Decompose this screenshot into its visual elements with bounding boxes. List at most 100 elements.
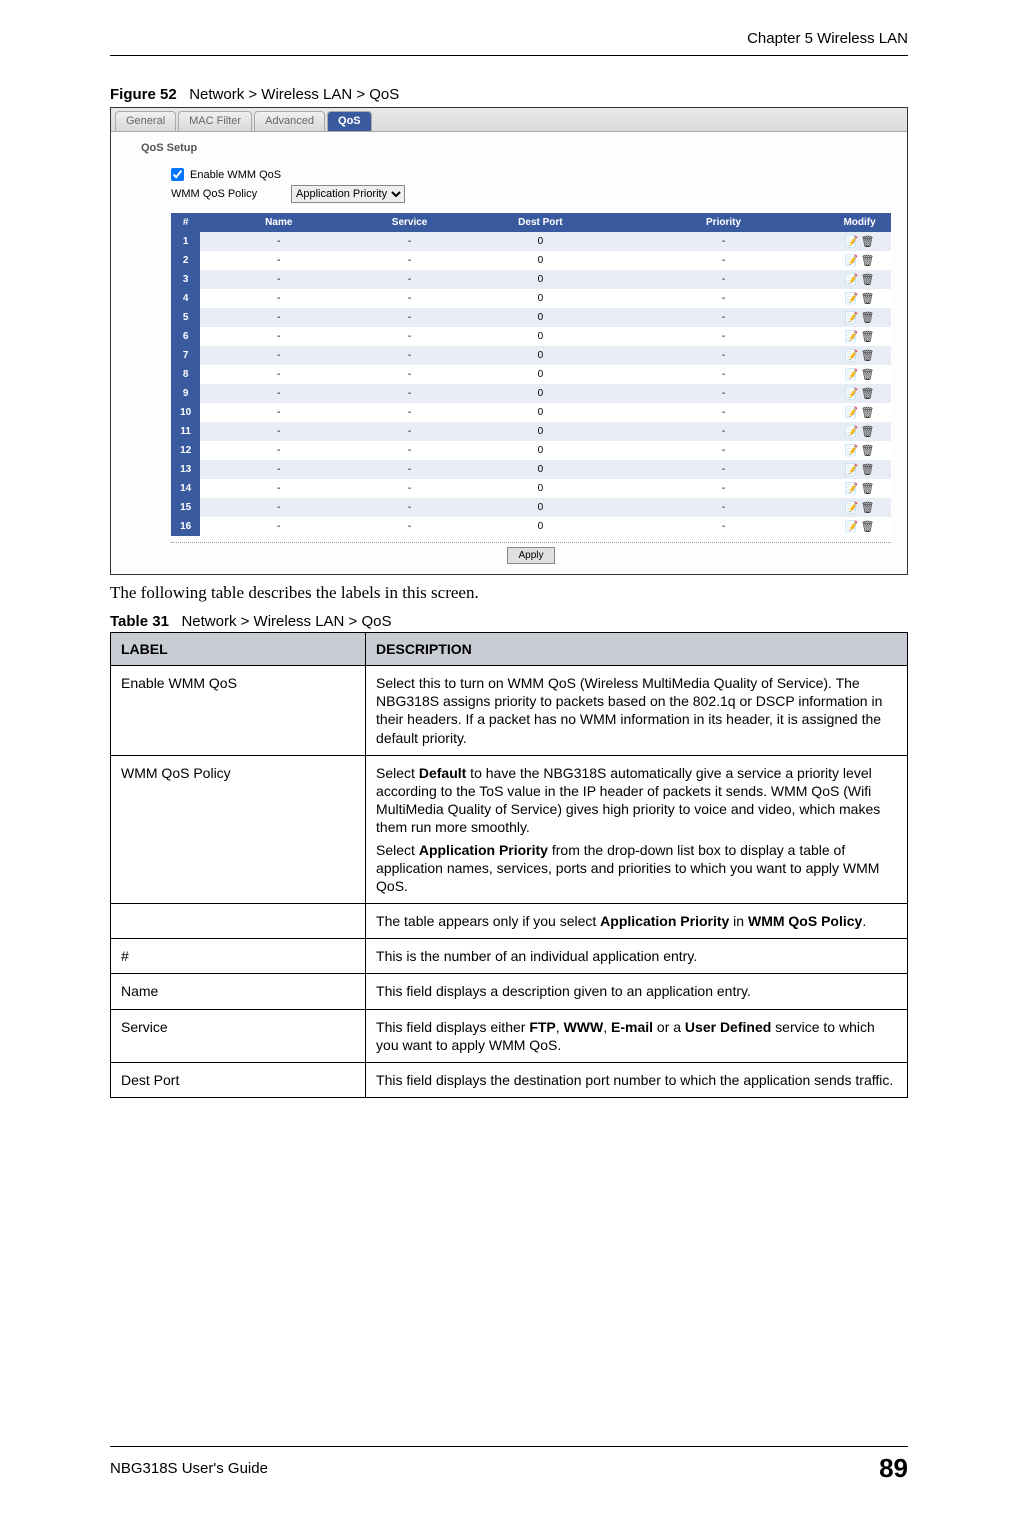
chapter-header: Chapter 5 Wireless LAN	[110, 30, 908, 47]
edit-icon[interactable]: 📝	[845, 273, 859, 286]
table-row: 2--0-📝🗑	[171, 251, 891, 270]
qos-setup-heading: QoS Setup	[141, 142, 907, 154]
desc-label: Enable WMM QoS	[111, 666, 366, 756]
qos-col--: #	[171, 213, 200, 232]
qos-col-modify: Modify	[828, 213, 891, 232]
figure-label: Figure 52	[110, 86, 177, 103]
edit-icon[interactable]: 📝	[845, 482, 859, 495]
desc-text: Select this to turn on WMM QoS (Wireless…	[366, 666, 908, 756]
desc-text: This field displays the destination port…	[366, 1063, 908, 1098]
edit-icon[interactable]: 📝	[845, 406, 859, 419]
desc-row: ServiceThis field displays either FTP, W…	[111, 1009, 908, 1062]
tab-advanced[interactable]: Advanced	[254, 111, 325, 131]
table-row: 11--0-📝🗑	[171, 422, 891, 441]
desc-label: Name	[111, 974, 366, 1009]
desc-row: WMM QoS PolicySelect Default to have the…	[111, 755, 908, 903]
table-row: 13--0-📝🗑	[171, 460, 891, 479]
desc-row: Enable WMM QoSSelect this to turn on WMM…	[111, 666, 908, 756]
table-row: 12--0-📝🗑	[171, 441, 891, 460]
wmm-policy-select[interactable]: Application Priority	[291, 185, 405, 203]
delete-icon[interactable]: 🗑	[860, 482, 874, 495]
enable-wmm-label: Enable WMM QoS	[190, 169, 281, 181]
delete-icon[interactable]: 🗑	[860, 406, 874, 419]
tab-mac-filter[interactable]: MAC Filter	[178, 111, 252, 131]
footer-guide: NBG318S User's Guide	[110, 1460, 268, 1477]
edit-icon[interactable]: 📝	[845, 425, 859, 438]
delete-icon[interactable]: 🗑	[860, 235, 874, 248]
footer-rule	[110, 1446, 908, 1447]
delete-icon[interactable]: 🗑	[860, 387, 874, 400]
desc-label: Dest Port	[111, 1063, 366, 1098]
delete-icon[interactable]: 🗑	[860, 520, 874, 533]
delete-icon[interactable]: 🗑	[860, 463, 874, 476]
qos-table: #NameServiceDest PortPriorityModify 1--0…	[171, 213, 891, 536]
edit-icon[interactable]: 📝	[845, 501, 859, 514]
edit-icon[interactable]: 📝	[845, 520, 859, 533]
header-rule	[110, 55, 908, 56]
table-row: 7--0-📝🗑	[171, 346, 891, 365]
description-table: LABELDESCRIPTION Enable WMM QoSSelect th…	[110, 632, 908, 1098]
desc-row: #This is the number of an individual app…	[111, 939, 908, 974]
delete-icon[interactable]: 🗑	[860, 254, 874, 267]
edit-icon[interactable]: 📝	[845, 330, 859, 343]
desc-text: Select Default to have the NBG318S autom…	[366, 755, 908, 903]
edit-icon[interactable]: 📝	[845, 387, 859, 400]
table-title: Network > Wireless LAN > QoS	[181, 613, 391, 630]
table-row: 1--0-📝🗑	[171, 232, 891, 251]
table-row: 6--0-📝🗑	[171, 327, 891, 346]
edit-icon[interactable]: 📝	[845, 349, 859, 362]
table-caption: Table 31 Network > Wireless LAN > QoS	[110, 613, 908, 630]
desc-label: Service	[111, 1009, 366, 1062]
table-row: 5--0-📝🗑	[171, 308, 891, 327]
edit-icon[interactable]: 📝	[845, 311, 859, 324]
delete-icon[interactable]: 🗑	[860, 501, 874, 514]
delete-icon[interactable]: 🗑	[860, 444, 874, 457]
tab-qos[interactable]: QoS	[327, 111, 372, 131]
qos-col-service: Service	[357, 213, 462, 232]
edit-icon[interactable]: 📝	[845, 368, 859, 381]
desc-header-description: DESCRIPTION	[366, 633, 908, 666]
page-footer: NBG318S User's Guide 89	[110, 1446, 908, 1484]
delete-icon[interactable]: 🗑	[860, 425, 874, 438]
qos-col-dest-port: Dest Port	[462, 213, 619, 232]
edit-icon[interactable]: 📝	[845, 292, 859, 305]
table-row: 10--0-📝🗑	[171, 403, 891, 422]
edit-icon[interactable]: 📝	[845, 235, 859, 248]
tab-bar: GeneralMAC FilterAdvancedQoS	[111, 108, 907, 132]
edit-icon[interactable]: 📝	[845, 463, 859, 476]
apply-button[interactable]: Apply	[507, 547, 554, 564]
table-row: 8--0-📝🗑	[171, 365, 891, 384]
figure-title: Network > Wireless LAN > QoS	[189, 86, 399, 103]
desc-text: This is the number of an individual appl…	[366, 939, 908, 974]
qos-col-priority: Priority	[619, 213, 828, 232]
table-row: 4--0-📝🗑	[171, 289, 891, 308]
tab-general[interactable]: General	[115, 111, 176, 131]
table-label: Table 31	[110, 613, 169, 630]
desc-row: The table appears only if you select App…	[111, 904, 908, 939]
desc-row: Dest PortThis field displays the destina…	[111, 1063, 908, 1098]
desc-label: #	[111, 939, 366, 974]
table-row: 9--0-📝🗑	[171, 384, 891, 403]
footer-page-number: 89	[879, 1453, 908, 1484]
desc-text: This field displays either FTP, WWW, E-m…	[366, 1009, 908, 1062]
edit-icon[interactable]: 📝	[845, 254, 859, 267]
enable-wmm-checkbox[interactable]	[171, 168, 184, 181]
table-row: 3--0-📝🗑	[171, 270, 891, 289]
delete-icon[interactable]: 🗑	[860, 349, 874, 362]
edit-icon[interactable]: 📝	[845, 444, 859, 457]
intro-text: The following table describes the labels…	[110, 583, 908, 603]
delete-icon[interactable]: 🗑	[860, 273, 874, 286]
table-row: 16--0-📝🗑	[171, 517, 891, 536]
delete-icon[interactable]: 🗑	[860, 330, 874, 343]
delete-icon[interactable]: 🗑	[860, 311, 874, 324]
figure-caption: Figure 52 Network > Wireless LAN > QoS	[110, 86, 908, 103]
table-row: 15--0-📝🗑	[171, 498, 891, 517]
desc-text: The table appears only if you select App…	[366, 904, 908, 939]
wmm-policy-label: WMM QoS Policy	[171, 188, 291, 200]
qos-col-name: Name	[200, 213, 357, 232]
desc-label	[111, 904, 366, 939]
delete-icon[interactable]: 🗑	[860, 368, 874, 381]
desc-header-label: LABEL	[111, 633, 366, 666]
delete-icon[interactable]: 🗑	[860, 292, 874, 305]
desc-row: NameThis field displays a description gi…	[111, 974, 908, 1009]
